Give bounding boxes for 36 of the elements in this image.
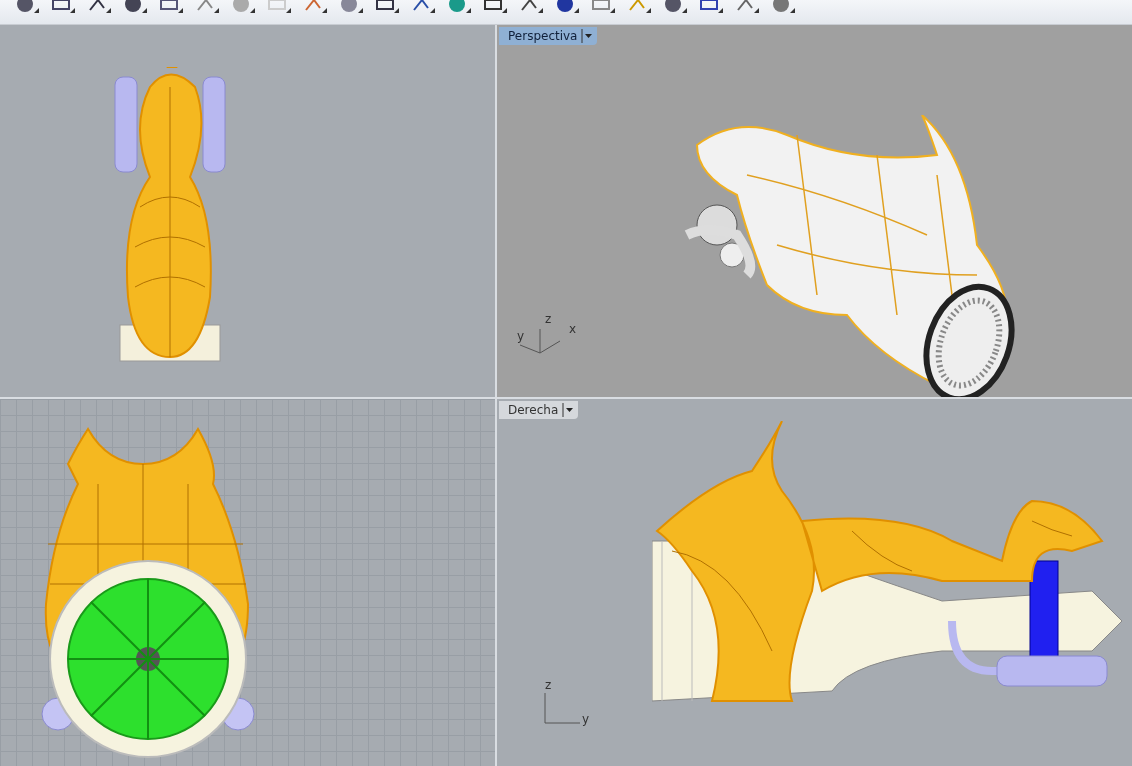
axis-label: y	[517, 330, 525, 342]
toolbar-tool-icon[interactable]	[410, 0, 436, 14]
viewport-tab[interactable]: Perspectiva	[499, 27, 598, 45]
viewport-title[interactable]: Derecha	[508, 403, 559, 417]
toolbar-tool-icon[interactable]	[590, 0, 616, 14]
toolbar-tool-icon[interactable]	[626, 0, 652, 14]
toolbar-tool-icon[interactable]	[266, 0, 292, 14]
toolbar-tool-icon[interactable]	[50, 0, 76, 14]
toolbar-tool-icon[interactable]	[446, 0, 472, 14]
viewport-title[interactable]: Perspectiva	[508, 29, 578, 43]
toolbar-tool-icon[interactable]	[122, 0, 148, 14]
viewport[interactable]: Perspectiva z y x	[497, 25, 1132, 397]
axis-label: z	[545, 679, 552, 691]
toolbar-tool-icon[interactable]	[194, 0, 220, 14]
toolbar-tool-icon[interactable]	[662, 0, 688, 14]
toolbar-tool-icon[interactable]	[554, 0, 580, 14]
toolbar-tool-icon[interactable]	[86, 0, 112, 14]
axis-label: y	[582, 713, 590, 725]
viewport[interactable]: Derecha z y	[497, 399, 1132, 766]
toolbar-tool-icon[interactable]	[482, 0, 508, 14]
toolbar-tool-icon[interactable]	[158, 0, 184, 14]
toolbar-tool-icon[interactable]	[302, 0, 328, 14]
toolbar-tool-icon[interactable]	[14, 0, 40, 14]
toolbar-tool-icon[interactable]	[338, 0, 364, 14]
axis-label: x	[569, 323, 577, 335]
toolbar-tool-icon[interactable]	[518, 0, 544, 14]
axis-icon	[542, 691, 582, 725]
toolbar-tool-icon[interactable]	[230, 0, 256, 14]
viewport-tab[interactable]: Derecha	[499, 401, 579, 419]
toolbar-tool-icon[interactable]	[698, 0, 724, 14]
caret-icon[interactable]	[581, 29, 594, 43]
axis-label: z	[545, 313, 552, 325]
toolbar-tool-icon[interactable]	[374, 0, 400, 14]
caret-icon[interactable]	[562, 403, 575, 417]
toolbar-tool-icon[interactable]	[734, 0, 760, 14]
toolbar-tool-icon[interactable]	[770, 0, 796, 14]
